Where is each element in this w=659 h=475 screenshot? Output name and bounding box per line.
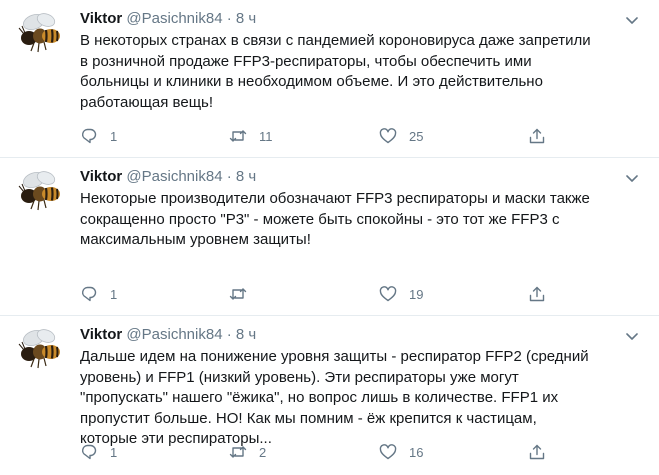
tweet-text: В некоторых странах в связи с пандемией …	[80, 32, 591, 111]
avatar[interactable]	[16, 8, 65, 57]
retweet-button[interactable]: 11	[229, 125, 273, 147]
share-button[interactable]	[528, 283, 546, 305]
reply-count: 1	[110, 444, 118, 460]
tweet[interactable]: Viktor @Pasichnik84 · 8 ч В некоторых ст…	[0, 0, 659, 158]
reply-icon	[82, 286, 97, 302]
more-options-button[interactable]	[621, 9, 643, 31]
retweet-button[interactable]	[229, 283, 259, 305]
tweet-actions: 1 11 25	[76, 125, 556, 147]
share-button[interactable]	[528, 441, 546, 463]
share-icon	[529, 444, 545, 460]
author-handle[interactable]: @Pasichnik84	[126, 168, 222, 185]
separator-dot: ·	[226, 168, 232, 185]
timestamp[interactable]: 8 ч	[236, 326, 256, 343]
share-icon	[529, 286, 545, 302]
heart-icon	[379, 444, 397, 460]
retweet-button[interactable]: 2	[229, 441, 266, 463]
chevron-down-icon	[626, 175, 638, 182]
tweet-text: Некоторые производители обозначают FFP3 …	[80, 190, 590, 248]
reply-button[interactable]: 1	[80, 441, 117, 463]
more-options-button[interactable]	[621, 167, 643, 189]
tweet-actions: 1 2 16	[76, 441, 556, 463]
avatar[interactable]	[16, 166, 65, 215]
heart-icon	[379, 286, 397, 302]
reply-count: 1	[110, 286, 118, 302]
retweet-count: 2	[259, 444, 267, 460]
tweet-actions: 1 19	[76, 283, 556, 305]
author-name[interactable]: Viktor	[80, 326, 122, 343]
avatar[interactable]	[16, 324, 65, 373]
retweet-icon	[229, 288, 247, 300]
tweet-header: Viktor @Pasichnik84 · 8 ч	[80, 325, 256, 345]
share-icon	[529, 128, 545, 144]
share-button[interactable]	[528, 125, 546, 147]
reply-button[interactable]: 1	[80, 283, 117, 305]
reply-icon	[82, 128, 97, 144]
author-handle[interactable]: @Pasichnik84	[126, 10, 222, 27]
like-button[interactable]: 25	[379, 125, 423, 147]
more-options-button[interactable]	[621, 325, 643, 347]
like-button[interactable]: 19	[379, 283, 423, 305]
chevron-down-icon	[626, 17, 638, 24]
retweet-count: 11	[259, 128, 273, 144]
timestamp[interactable]: 8 ч	[236, 168, 256, 185]
reply-icon	[82, 444, 97, 460]
separator-dot: ·	[226, 326, 232, 343]
tweet[interactable]: Viktor @Pasichnik84 · 8 ч Некоторые прои…	[0, 158, 659, 316]
reply-count: 1	[110, 128, 118, 144]
author-handle[interactable]: @Pasichnik84	[126, 326, 222, 343]
author-name[interactable]: Viktor	[80, 10, 122, 27]
tweet-header: Viktor @Pasichnik84 · 8 ч	[80, 9, 256, 29]
like-count: 16	[409, 444, 424, 460]
tweet-list: Viktor @Pasichnik84 · 8 ч В некоторых ст…	[0, 0, 659, 474]
separator-dot: ·	[226, 10, 232, 27]
heart-icon	[379, 128, 397, 144]
tweet-header: Viktor @Pasichnik84 · 8 ч	[80, 167, 256, 187]
author-name[interactable]: Viktor	[80, 168, 122, 185]
timestamp[interactable]: 8 ч	[236, 10, 256, 27]
tweet-text: Дальше идем на понижение уровня защиты -…	[80, 348, 589, 447]
like-button[interactable]: 16	[379, 441, 423, 463]
tweet[interactable]: Viktor @Pasichnik84 · 8 ч Дальше идем на…	[0, 316, 659, 474]
like-count: 19	[409, 286, 424, 302]
reply-button[interactable]: 1	[80, 125, 117, 147]
chevron-down-icon	[626, 333, 638, 340]
retweet-icon	[229, 446, 247, 458]
like-count: 25	[409, 128, 424, 144]
retweet-icon	[229, 130, 247, 142]
